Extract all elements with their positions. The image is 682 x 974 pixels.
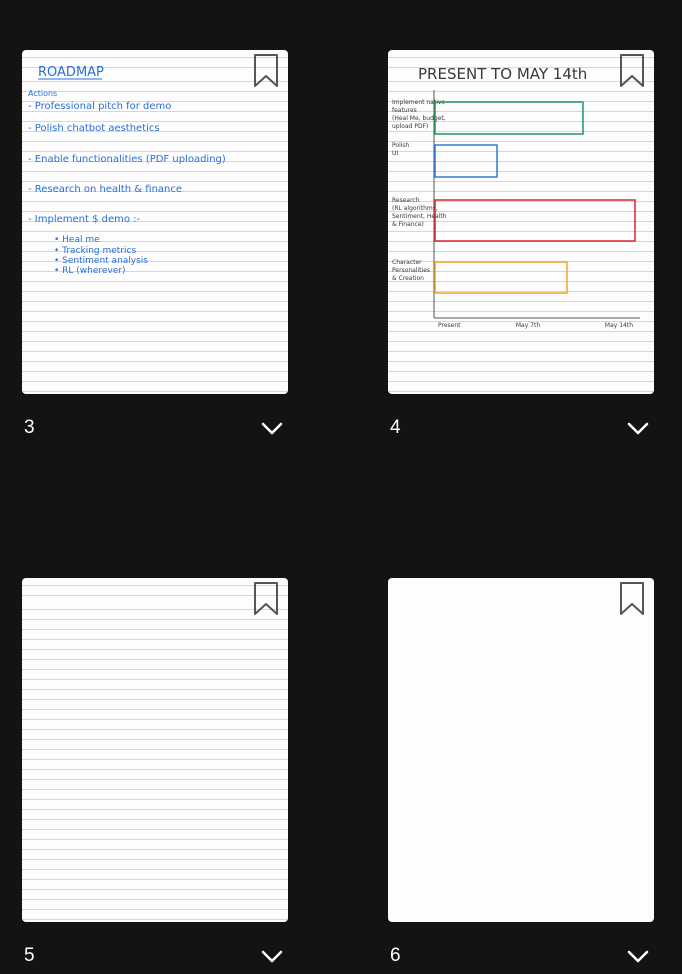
bookmark-icon[interactable]	[252, 53, 280, 89]
row-label: (Heal Me, budget,	[392, 115, 446, 122]
handwritten-notes: ROADMAP Actions - Professional pitch for…	[28, 65, 226, 276]
x-tick-label: May 7th	[516, 322, 540, 329]
chevron-down-icon[interactable]	[626, 946, 650, 966]
page-number: 3	[24, 417, 35, 438]
note-item: - Enable functionalities (PDF uploading)	[28, 154, 226, 165]
ruled-lines	[22, 578, 288, 922]
note-item: - Research on health & finance	[28, 184, 182, 195]
chevron-down-icon[interactable]	[626, 418, 650, 438]
note-item: - Professional pitch for demo	[28, 101, 171, 112]
bookmark-icon[interactable]	[618, 581, 646, 617]
gantt-bar	[434, 144, 498, 178]
page-number: 5	[24, 945, 35, 966]
row-label: upload PDF)	[392, 123, 428, 130]
page-thumbnail-3[interactable]: ROADMAP Actions - Professional pitch for…	[22, 50, 288, 394]
notes-title: ROADMAP	[38, 65, 104, 80]
page-footer-6: 6	[388, 941, 654, 971]
row-label: Research	[392, 197, 420, 204]
note-item: - Implement $ demo :-	[28, 214, 141, 225]
note-item: - Polish chatbot aesthetics	[28, 123, 160, 134]
chevron-down-icon[interactable]	[260, 418, 284, 438]
row-label: UI	[392, 150, 398, 157]
x-tick-label: Present	[438, 322, 461, 329]
row-label: Sentiment, Health	[392, 213, 447, 220]
row-label: Character	[392, 259, 422, 266]
row-label: & Creation	[392, 275, 424, 282]
gantt-bar	[434, 199, 636, 242]
page-thumbnail-6[interactable]	[388, 578, 654, 922]
notes-subtitle: Actions	[28, 89, 57, 98]
x-tick-label: May 14th	[605, 322, 633, 329]
page-thumbnail-5[interactable]	[22, 578, 288, 922]
page-number: 4	[390, 417, 401, 438]
row-label: (RL algorithms,	[392, 205, 438, 212]
bookmark-icon[interactable]	[252, 581, 280, 617]
page-footer-4: 4	[388, 413, 654, 443]
page-footer-3: 3	[22, 413, 288, 443]
page-thumbnail-grid: { "pages": [ { "number": "3", "lined": t…	[0, 0, 682, 974]
row-label: features	[392, 107, 417, 114]
gantt-bar	[434, 101, 584, 135]
gantt-chart: PRESENT TO MAY 14th Implement nativefeat…	[392, 65, 640, 329]
bookmark-icon[interactable]	[618, 53, 646, 89]
note-subitem: • RL (wherever)	[54, 266, 126, 276]
note-subitem: • Tracking metrics	[54, 246, 136, 256]
gantt-bar	[434, 261, 568, 294]
page-footer-5: 5	[22, 941, 288, 971]
page-number: 6	[390, 945, 401, 966]
note-subitem: • Heal me	[54, 235, 100, 245]
note-subitem: • Sentiment analysis	[54, 256, 148, 266]
row-label: Personalities	[392, 267, 430, 274]
gantt-title: PRESENT TO MAY 14th	[418, 65, 587, 83]
row-label: Polish	[392, 142, 410, 149]
row-label: & Finance)	[392, 221, 424, 228]
page-thumbnail-4[interactable]: PRESENT TO MAY 14th Implement native feat…	[388, 50, 654, 394]
chevron-down-icon[interactable]	[260, 946, 284, 966]
